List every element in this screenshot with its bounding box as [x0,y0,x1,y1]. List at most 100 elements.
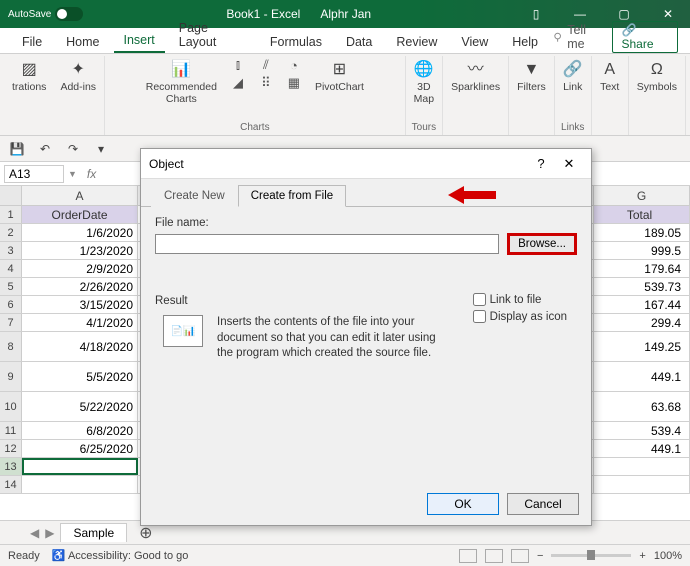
col-header-a[interactable]: A [22,186,138,205]
cell[interactable]: 5/5/2020 [22,362,138,391]
cell[interactable] [22,476,138,493]
symbols-button[interactable]: ΩSymbols [635,58,679,96]
cell[interactable]: 4/1/2020 [22,314,138,331]
row-header[interactable]: 14 [0,476,22,493]
cell[interactable]: 449.1 [594,362,690,391]
tab-data[interactable]: Data [336,31,382,53]
sheet-nav-next-icon[interactable]: ▶ [45,526,54,540]
tell-me[interactable]: Tell me [552,23,605,51]
view-normal-icon[interactable] [459,549,477,563]
row-header[interactable]: 8 [0,332,22,361]
chart-type-gallery[interactable]: ⫾ ⫽ ◔ ◢ ⠿ ▦ [229,58,303,90]
row-header[interactable]: 4 [0,260,22,277]
area-chart-icon[interactable]: ◢ [229,76,247,90]
cell[interactable]: 63.68 [594,392,690,421]
row-header[interactable]: 13 [0,458,22,475]
cell[interactable]: 539.4 [594,422,690,439]
save-icon[interactable]: 💾 [8,142,26,156]
zoom-slider[interactable] [551,554,631,557]
zoom-in-icon[interactable]: + [639,550,645,562]
undo-icon[interactable]: ↶ [36,142,54,156]
tab-page-layout[interactable]: Page Layout [169,17,256,53]
tab-create-from-file[interactable]: Create from File [238,185,346,207]
autosave-toggle[interactable]: AutoSave [8,7,83,21]
pie-chart-icon[interactable]: ◔ [285,58,303,72]
fx-icon[interactable]: fx [81,167,102,181]
row-header[interactable]: 9 [0,362,22,391]
qat-dropdown-icon[interactable]: ▾ [92,142,110,156]
sparklines-button[interactable]: 〰Sparklines [449,58,502,96]
link-to-file-checkbox[interactable]: Link to file [473,293,567,306]
share-button[interactable]: 🔗 Share [612,21,678,53]
cell[interactable]: 1/6/2020 [22,224,138,241]
bar-chart-icon[interactable]: ⫾ [229,58,247,72]
cell[interactable]: 5/22/2020 [22,392,138,421]
filters-button[interactable]: ▼Filters [515,58,548,96]
cell[interactable]: 1/23/2020 [22,242,138,259]
cell[interactable]: OrderDate [22,206,138,223]
cell[interactable]: 539.73 [594,278,690,295]
cell[interactable] [22,458,138,475]
row-header[interactable]: 11 [0,422,22,439]
zoom-out-icon[interactable]: − [537,550,543,562]
cell[interactable]: 4/18/2020 [22,332,138,361]
cell[interactable]: 2/9/2020 [22,260,138,277]
cell[interactable]: 2/26/2020 [22,278,138,295]
dialog-help-icon[interactable]: ? [527,156,555,171]
view-page-layout-icon[interactable] [485,549,503,563]
row-header[interactable]: 1 [0,206,22,223]
display-as-icon-checkbox[interactable]: Display as icon [473,310,567,323]
text-button[interactable]: AText [598,58,622,96]
name-box[interactable] [4,165,64,183]
view-page-break-icon[interactable] [511,549,529,563]
cell[interactable]: 167.44 [594,296,690,313]
tab-view[interactable]: View [451,31,498,53]
dialog-close-icon[interactable]: ✕ [555,156,583,172]
sheet-nav-prev-icon[interactable]: ◀ [30,526,39,540]
select-all-corner[interactable] [0,186,22,205]
tab-insert[interactable]: Insert [114,29,165,53]
cell[interactable]: 149.25 [594,332,690,361]
row-header[interactable]: 10 [0,392,22,421]
cell[interactable] [594,476,690,493]
browse-button[interactable]: Browse... [507,233,577,255]
scatter-chart-icon[interactable]: ⠿ [257,76,275,90]
addins-button[interactable]: ✦Add-ins [58,58,98,96]
illustrations-button[interactable]: ▨trations [10,58,48,96]
namebox-dropdown-icon[interactable]: ▼ [68,169,81,179]
tab-help[interactable]: Help [502,31,548,53]
cell[interactable]: 6/25/2020 [22,440,138,457]
link-button[interactable]: 🔗Link [561,58,585,96]
tab-review[interactable]: Review [386,31,447,53]
cell[interactable]: 299.4 [594,314,690,331]
cell[interactable]: 189.05 [594,224,690,241]
cell[interactable]: 449.1 [594,440,690,457]
filename-input[interactable] [155,234,499,254]
3d-map-button[interactable]: 🌐3D Map [412,58,436,107]
row-header[interactable]: 6 [0,296,22,313]
tab-file[interactable]: File [12,31,52,53]
cell[interactable]: 999.5 [594,242,690,259]
cell[interactable]: 179.64 [594,260,690,277]
cancel-button[interactable]: Cancel [507,493,579,515]
recommended-charts-button[interactable]: 📊Recommended Charts [144,58,219,107]
map-chart-icon[interactable]: ▦ [285,76,303,90]
sheet-tab-sample[interactable]: Sample [60,523,127,542]
row-header[interactable]: 5 [0,278,22,295]
cell[interactable] [594,458,690,475]
row-header[interactable]: 12 [0,440,22,457]
col-header-g[interactable]: G [594,186,690,205]
tab-create-new[interactable]: Create New [151,185,238,207]
tab-formulas[interactable]: Formulas [260,31,332,53]
cell[interactable]: 6/8/2020 [22,422,138,439]
cell[interactable]: 3/15/2020 [22,296,138,313]
row-header[interactable]: 2 [0,224,22,241]
pivotchart-button[interactable]: ⊞PivotChart [313,58,366,96]
cell[interactable]: Total [594,206,690,223]
ok-button[interactable]: OK [427,493,499,515]
line-chart-icon[interactable]: ⫽ [257,58,275,72]
tab-home[interactable]: Home [56,31,109,53]
redo-icon[interactable]: ↷ [64,142,82,156]
row-header[interactable]: 7 [0,314,22,331]
row-header[interactable]: 3 [0,242,22,259]
